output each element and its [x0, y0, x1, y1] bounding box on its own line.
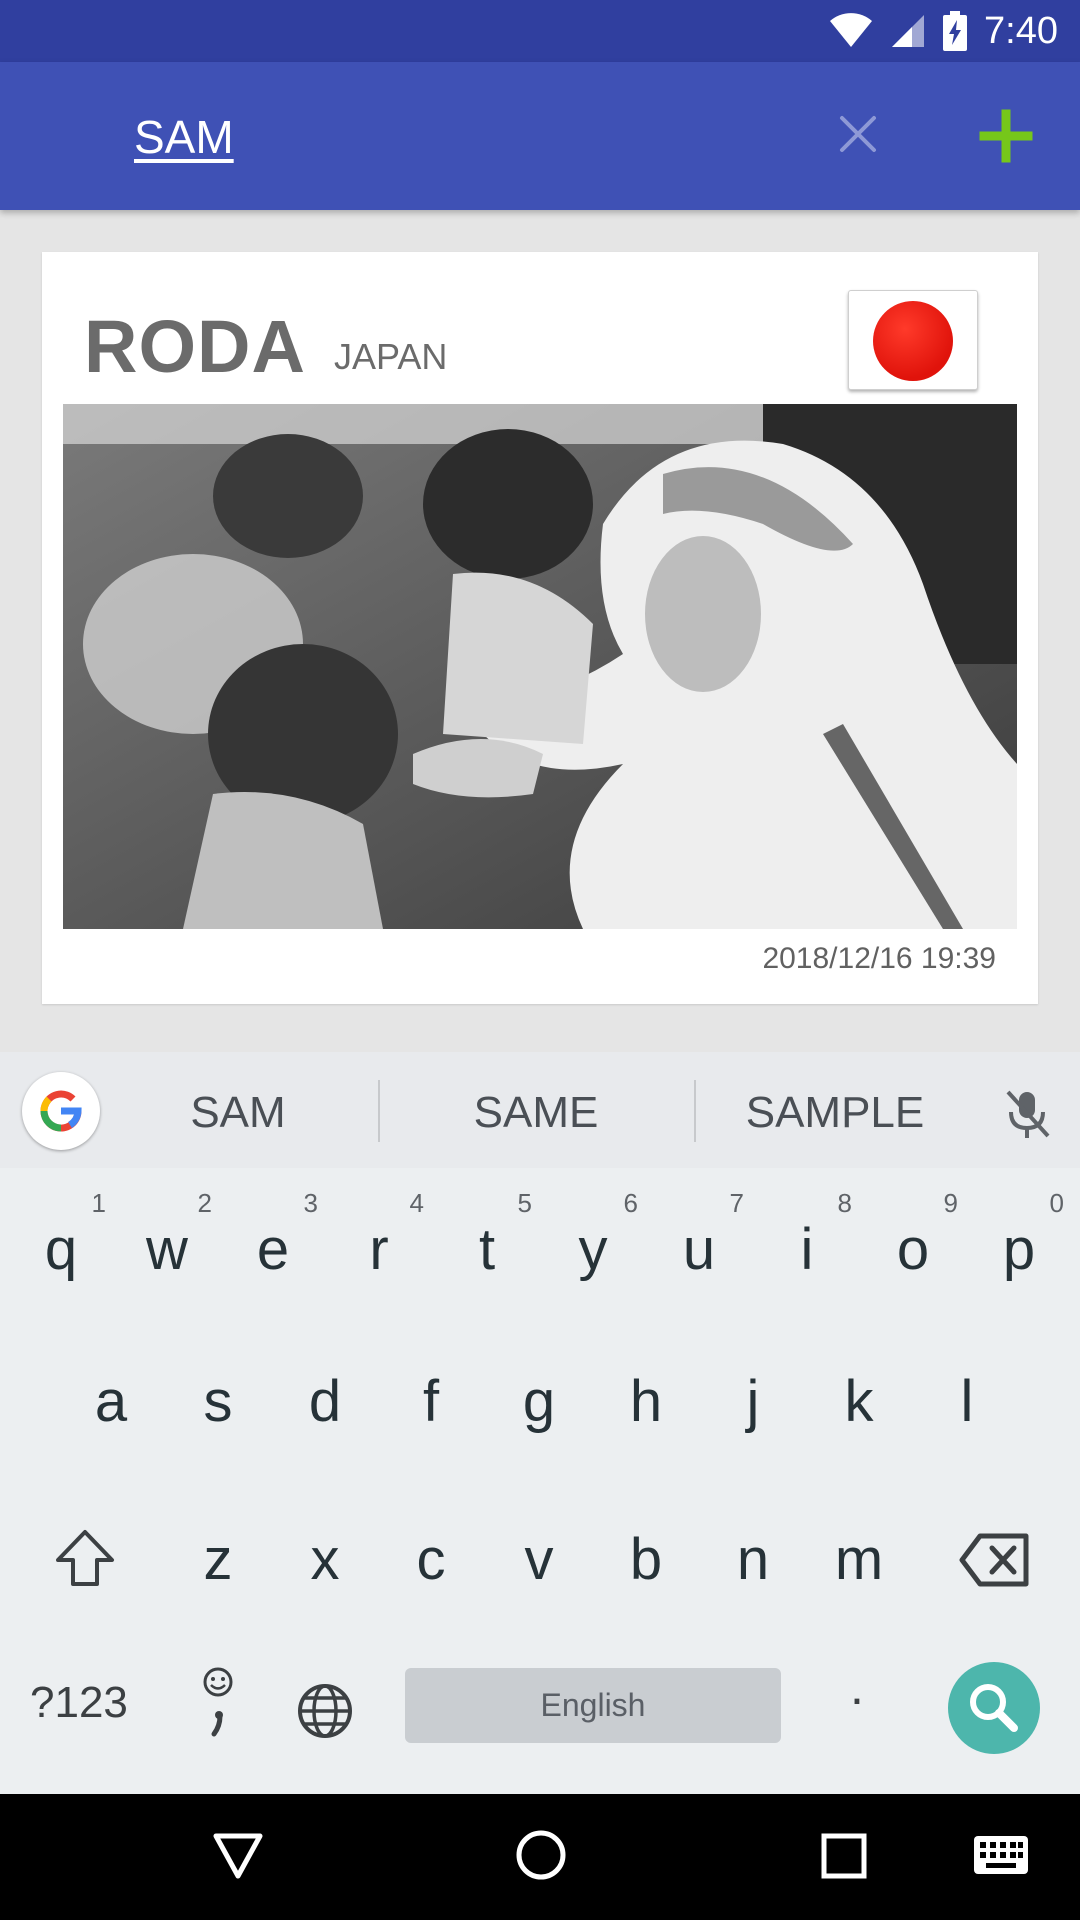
battery-charging-icon — [943, 11, 968, 51]
key-r[interactable]: 4r — [326, 1188, 432, 1283]
key-c[interactable]: c — [378, 1526, 484, 1593]
signal-icon — [892, 15, 925, 47]
key-t[interactable]: 5t — [434, 1188, 540, 1283]
key-hint: 5 — [517, 1188, 532, 1218]
home-icon[interactable] — [514, 1828, 568, 1882]
key-z[interactable]: z — [165, 1526, 271, 1593]
symbols-key[interactable]: ?123 — [30, 1678, 128, 1728]
key-hint: 8 — [837, 1188, 852, 1218]
key-label: o — [896, 1217, 930, 1282]
space-key[interactable]: English — [405, 1668, 781, 1743]
key-u[interactable]: 7u — [646, 1188, 752, 1283]
suggestion-divider — [378, 1080, 380, 1142]
key-hint: 4 — [409, 1188, 424, 1218]
key-i[interactable]: 8i — [754, 1188, 860, 1283]
backspace-icon[interactable] — [958, 1532, 1032, 1588]
key-k[interactable]: k — [806, 1368, 912, 1435]
key-p[interactable]: 0p — [966, 1188, 1072, 1283]
key-label: w — [146, 1217, 188, 1282]
flag-sun — [873, 301, 953, 381]
card-country: JAPAN — [334, 336, 448, 377]
key-hint: 9 — [943, 1188, 958, 1218]
key-hint: 7 — [729, 1188, 744, 1218]
search-key[interactable] — [948, 1662, 1040, 1754]
photo-image — [63, 404, 1017, 929]
keyboard: 1q 2w 3e 4r 5t 6y 7u 8i 9o 0p a s d f g … — [0, 1168, 1080, 1794]
emoji-icon[interactable] — [196, 1664, 240, 1748]
google-icon[interactable] — [22, 1072, 100, 1150]
key-d[interactable]: d — [272, 1368, 378, 1435]
key-a[interactable]: a — [58, 1368, 164, 1435]
close-icon[interactable] — [830, 106, 886, 162]
suggestion-3[interactable]: SAMPLE — [730, 1088, 940, 1138]
japan-flag — [848, 290, 978, 390]
key-v[interactable]: v — [486, 1526, 592, 1593]
wifi-icon — [830, 13, 873, 47]
search-input[interactable]: SAM — [134, 110, 234, 164]
suggestion-divider — [694, 1080, 696, 1142]
key-f[interactable]: f — [378, 1368, 484, 1435]
suggestion-2[interactable]: SAME — [426, 1088, 646, 1138]
status-bar: 7:40 — [0, 0, 1080, 62]
card-date: 2018/12/16 19:39 — [762, 942, 996, 975]
shift-icon[interactable] — [52, 1526, 118, 1592]
suggestion-strip: SAM SAME SAMPLE — [0, 1052, 1080, 1168]
key-m[interactable]: m — [806, 1526, 912, 1593]
clock: 7:40 — [984, 9, 1058, 52]
key-n[interactable]: n — [700, 1526, 806, 1593]
key-label: q — [44, 1217, 78, 1282]
navigation-bar — [0, 1794, 1080, 1920]
key-g[interactable]: g — [486, 1368, 592, 1435]
key-label: r — [369, 1217, 389, 1282]
suggestion-1[interactable]: SAM — [138, 1088, 338, 1138]
key-label: p — [1002, 1217, 1036, 1282]
key-y[interactable]: 6y — [540, 1188, 646, 1283]
key-label: y — [578, 1217, 608, 1282]
keyboard-switch-icon[interactable] — [972, 1834, 1030, 1876]
search-icon — [970, 1684, 1018, 1732]
app-bar: SAM — [0, 62, 1080, 210]
key-label: u — [682, 1217, 716, 1282]
back-icon[interactable] — [210, 1830, 266, 1882]
key-label: t — [478, 1217, 496, 1282]
recents-icon[interactable] — [820, 1832, 868, 1880]
key-o[interactable]: 9o — [860, 1188, 966, 1283]
key-b[interactable]: b — [593, 1526, 699, 1593]
status-icons: 7:40 — [828, 8, 1058, 54]
key-q[interactable]: 1q — [8, 1188, 114, 1283]
key-label: e — [256, 1217, 290, 1282]
result-card[interactable]: RODA JAPAN 2018/12/16 19:39 — [42, 252, 1038, 1004]
key-h[interactable]: h — [593, 1368, 699, 1435]
key-x[interactable]: x — [272, 1526, 378, 1593]
key-e[interactable]: 3e — [220, 1188, 326, 1283]
key-hint: 1 — [91, 1188, 106, 1218]
key-hint: 3 — [303, 1188, 318, 1218]
card-title: RODA — [84, 305, 306, 388]
key-l[interactable]: l — [914, 1368, 1020, 1435]
mic-off-icon[interactable] — [998, 1084, 1056, 1142]
key-s[interactable]: s — [165, 1368, 271, 1435]
key-w[interactable]: 2w — [114, 1188, 220, 1283]
key-hint: 2 — [197, 1188, 212, 1218]
key-hint: 0 — [1049, 1188, 1064, 1218]
key-label: i — [800, 1217, 814, 1282]
key-hint: 6 — [623, 1188, 638, 1218]
plus-icon[interactable] — [976, 106, 1036, 166]
period-key[interactable]: . — [850, 1658, 864, 1716]
key-j[interactable]: j — [700, 1368, 806, 1435]
globe-icon[interactable] — [296, 1682, 354, 1740]
card-photo — [63, 404, 1017, 929]
